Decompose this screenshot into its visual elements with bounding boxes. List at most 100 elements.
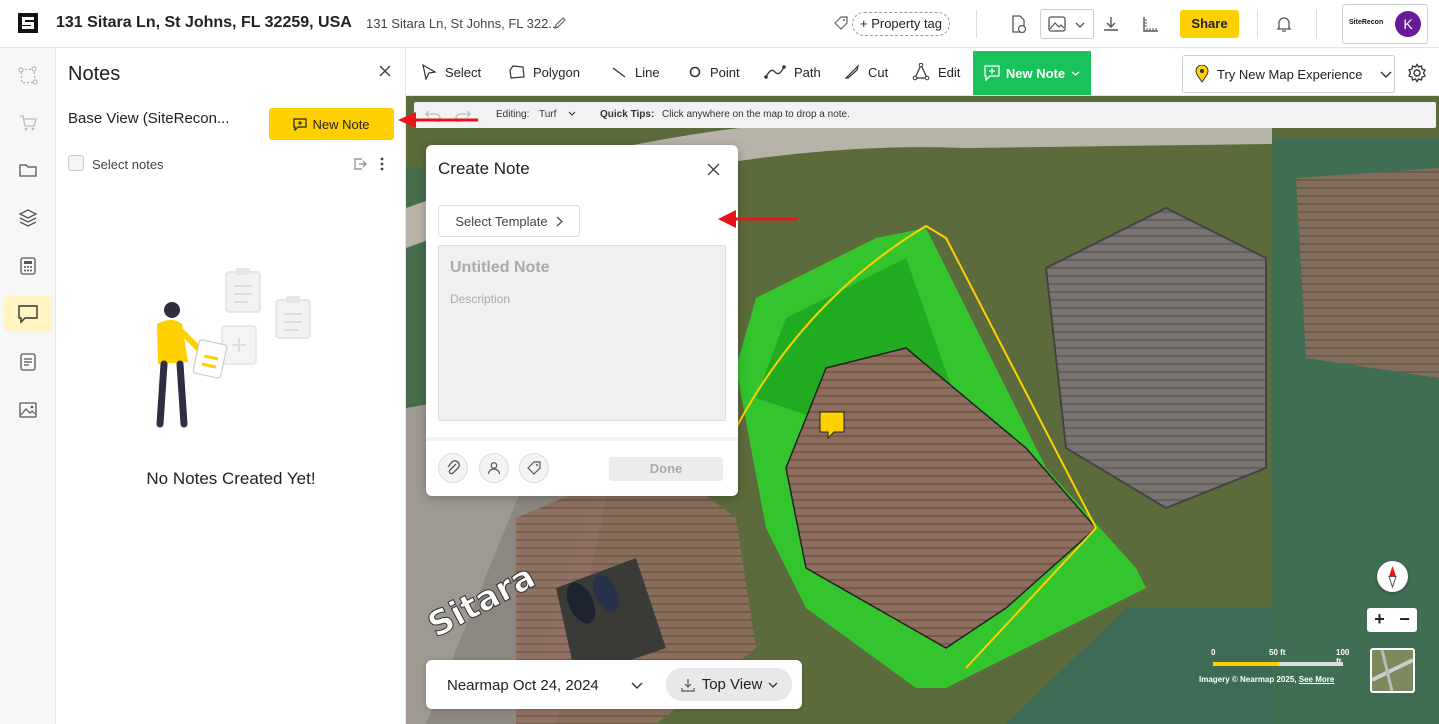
annotation-arrow (718, 210, 798, 228)
chevron-down-icon (1071, 71, 1080, 76)
siterecon-logo[interactable] (18, 13, 38, 33)
chevron-down-icon[interactable] (568, 111, 576, 117)
tool-polygon[interactable]: Polygon (509, 48, 580, 96)
note-title-input[interactable]: Untitled Note (450, 259, 550, 277)
layers-icon (18, 209, 38, 227)
close-icon[interactable] (378, 64, 392, 78)
add-note-icon (984, 65, 1000, 81)
gear-icon[interactable] (1407, 63, 1427, 83)
edit-info-bar: Editing: Turf Quick Tips: Click anywhere… (414, 102, 1436, 128)
sidebar-item-cart[interactable] (4, 105, 52, 141)
compass-icon (1388, 566, 1397, 589)
tag-icon (834, 16, 848, 30)
line-icon (612, 67, 626, 78)
ruler-icon[interactable] (1141, 14, 1161, 34)
empty-state-message: No Notes Created Yet! (146, 469, 316, 488)
view-name: Base View (SiteRecon... (68, 110, 230, 127)
sidebar-item-gallery[interactable] (4, 392, 52, 428)
tool-path[interactable]: Path (764, 48, 821, 96)
measure-icon (18, 66, 38, 85)
notes-panel: Notes Base View (SiteRecon... New Note S… (56, 48, 406, 724)
pencil-icon[interactable] (553, 16, 567, 30)
paperclip-icon (447, 460, 460, 475)
panel-title: Notes (68, 63, 121, 85)
tool-new-note[interactable]: New Note (973, 51, 1091, 95)
user-icon (487, 462, 501, 475)
property-address-title: 131 Sitara Ln, St Johns, FL 32259, USA (56, 14, 352, 31)
tool-point[interactable]: Point (688, 48, 740, 96)
zoom-in-button[interactable]: + (1367, 608, 1392, 632)
scale-bar: 0 50 ft 100 ft Imagery © Nearmap 2025, S… (1199, 648, 1356, 688)
tool-select-label: Select (445, 64, 482, 80)
tool-cut[interactable]: Cut (844, 48, 888, 96)
editing-layer-select[interactable]: Turf (539, 109, 556, 120)
knife-icon (844, 64, 860, 79)
sidebar-item-layers[interactable] (4, 200, 52, 236)
download-icon[interactable] (1101, 14, 1121, 34)
sidebar-item-notes[interactable] (4, 296, 52, 332)
drawing-toolbar: Select Polygon Line Point Path Cut Edit … (406, 48, 1439, 96)
done-button[interactable]: Done (609, 457, 723, 481)
tool-edit-label: Edit (938, 64, 961, 80)
annotation-arrow (398, 112, 478, 128)
divider (1316, 10, 1317, 38)
edit-shape-icon (912, 63, 930, 81)
tag-icon (527, 461, 541, 475)
assign-user-button[interactable] (479, 453, 509, 483)
add-tag-button[interactable] (519, 453, 549, 483)
point-icon (689, 66, 701, 78)
chevron-right-icon (556, 216, 563, 226)
note-description-input[interactable]: Description (450, 292, 510, 306)
export-icon[interactable] (353, 157, 367, 171)
tool-line[interactable]: Line (611, 48, 660, 96)
location-pin-icon (1195, 65, 1209, 83)
attach-button[interactable] (438, 453, 468, 483)
left-rail (0, 48, 56, 724)
avatar[interactable]: K (1395, 11, 1421, 37)
select-notes-label: Select notes (92, 157, 164, 172)
scale-label: 0 (1211, 648, 1216, 657)
select-notes-checkbox[interactable] (68, 155, 84, 171)
tool-select[interactable]: Select (421, 48, 481, 96)
divider (426, 437, 738, 441)
select-template-button[interactable]: Select Template (438, 205, 580, 237)
account-menu[interactable]: SiteRecon K (1342, 4, 1428, 44)
zoom-out-button[interactable]: − (1392, 608, 1417, 632)
note-editor[interactable]: Untitled Note Description (438, 245, 726, 421)
chevron-down-icon[interactable] (631, 679, 643, 691)
sidebar-item-measure[interactable] (4, 58, 52, 94)
add-document-icon[interactable] (1008, 14, 1028, 34)
property-address-subtitle: 131 Sitara Ln, St Johns, FL 322... (366, 16, 560, 31)
sidebar-item-estimator[interactable] (4, 248, 52, 284)
chevron-down-icon (1380, 71, 1392, 78)
top-bar: 131 Sitara Ln, St Johns, FL 32259, USA 1… (0, 0, 1439, 48)
imagery-dropdown[interactable] (1040, 9, 1094, 39)
sidebar-item-reports[interactable] (4, 344, 52, 380)
tool-cut-label: Cut (868, 64, 889, 80)
image-icon (19, 402, 37, 418)
view-mode-dropdown[interactable]: Top View (666, 668, 792, 701)
more-options-icon[interactable] (376, 156, 388, 172)
sidebar-item-folders[interactable] (4, 152, 52, 188)
share-button[interactable]: Share (1180, 10, 1239, 38)
create-note-dialog: Create Note Select Template Untitled Not… (426, 145, 738, 496)
view-mode-label: Top View (701, 676, 763, 693)
polygon-icon (509, 65, 525, 79)
select-template-label: Select Template (455, 213, 548, 229)
property-tag-button[interactable]: + Property tag (852, 12, 951, 36)
tool-line-label: Line (635, 64, 660, 80)
cart-icon (20, 115, 37, 131)
basemap-switcher[interactable] (1370, 648, 1415, 693)
imagery-credit-text: Imagery © Nearmap 2025, (1199, 675, 1297, 684)
see-more-link[interactable]: See More (1299, 675, 1335, 684)
imagery-date-select[interactable]: Nearmap Oct 24, 2024 (447, 677, 599, 694)
close-icon[interactable] (707, 163, 720, 176)
notes-icon (18, 305, 38, 324)
try-new-map-button[interactable]: Try New Map Experience (1182, 55, 1395, 93)
tool-edit[interactable]: Edit (912, 48, 960, 96)
download-icon (681, 678, 695, 692)
compass-button[interactable] (1377, 561, 1408, 592)
bell-icon[interactable] (1274, 14, 1294, 34)
cursor-icon (422, 64, 437, 80)
new-note-button[interactable]: New Note (269, 108, 394, 140)
